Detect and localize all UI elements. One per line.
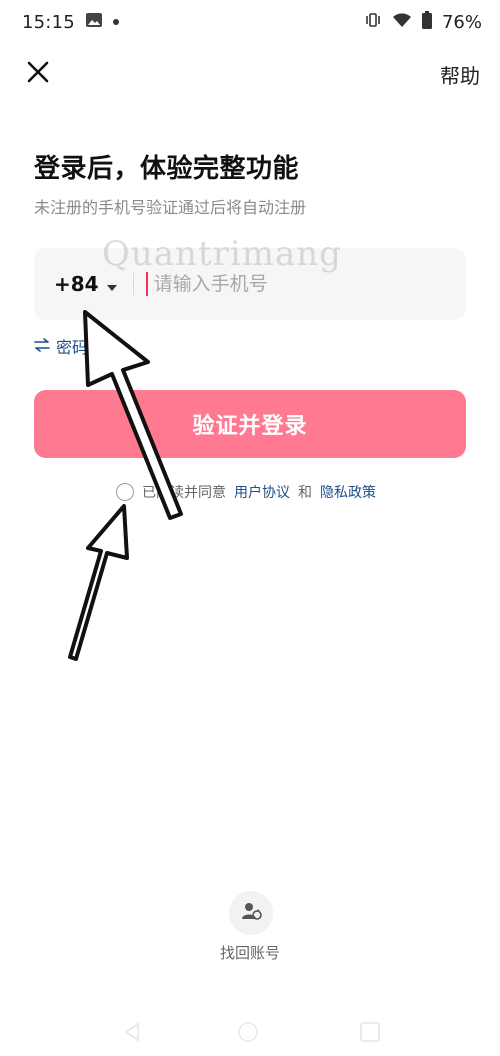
top-app-bar: 帮助 xyxy=(0,52,500,94)
agreement-prefix: 已阅读并同意 xyxy=(142,485,226,501)
status-bar: 15:15 76% xyxy=(0,0,500,44)
chevron-down-icon xyxy=(106,272,117,296)
agreement-and: 和 xyxy=(298,485,312,501)
privacy-policy-link[interactable]: 隐私政策 xyxy=(320,482,376,502)
system-nav-bar xyxy=(0,1010,500,1056)
status-right: 76% xyxy=(364,10,482,34)
page-title: 登录后，体验完整功能 xyxy=(34,154,300,184)
phone-field: +84 xyxy=(34,248,466,320)
password-login-label: 密码登录 xyxy=(56,338,121,357)
password-login-link[interactable]: 密码登录 xyxy=(34,334,120,358)
agreement-row: 已阅读并同意 用户协议 和 隐私政策 xyxy=(116,482,376,502)
status-time: 15:15 xyxy=(22,11,75,33)
gallery-icon xyxy=(85,12,103,33)
battery-icon xyxy=(421,10,432,34)
notification-dot-icon xyxy=(112,19,119,25)
phone-input[interactable] xyxy=(151,272,416,296)
user-recover-icon xyxy=(240,900,262,926)
home-icon[interactable] xyxy=(238,1022,258,1042)
recents-icon[interactable] xyxy=(360,1022,380,1042)
country-code-selector[interactable]: +84 xyxy=(54,272,117,296)
agreement-radio[interactable] xyxy=(116,483,134,501)
close-button[interactable] xyxy=(22,58,54,90)
country-code-label: +84 xyxy=(54,272,99,296)
battery-percent: 76% xyxy=(441,11,482,33)
status-left: 15:15 xyxy=(22,12,119,33)
arrow-to-agreement-radio xyxy=(68,504,129,661)
verify-login-button[interactable]: 验证并登录 xyxy=(34,390,466,458)
user-agreement-link[interactable]: 用户协议 xyxy=(234,482,290,502)
close-icon xyxy=(27,61,49,87)
field-divider xyxy=(132,273,134,295)
vibrate-icon xyxy=(364,12,382,33)
recover-account-button[interactable] xyxy=(229,891,273,935)
page-subtitle: 未注册的手机号验证通过后将自动注册 xyxy=(34,198,307,217)
text-caret xyxy=(145,272,148,296)
recover-account-label[interactable]: 找回账号 xyxy=(0,942,500,963)
wifi-icon xyxy=(392,12,412,33)
back-icon[interactable] xyxy=(122,1022,142,1042)
switch-icon xyxy=(34,337,50,356)
help-link[interactable]: 帮助 xyxy=(440,60,480,89)
